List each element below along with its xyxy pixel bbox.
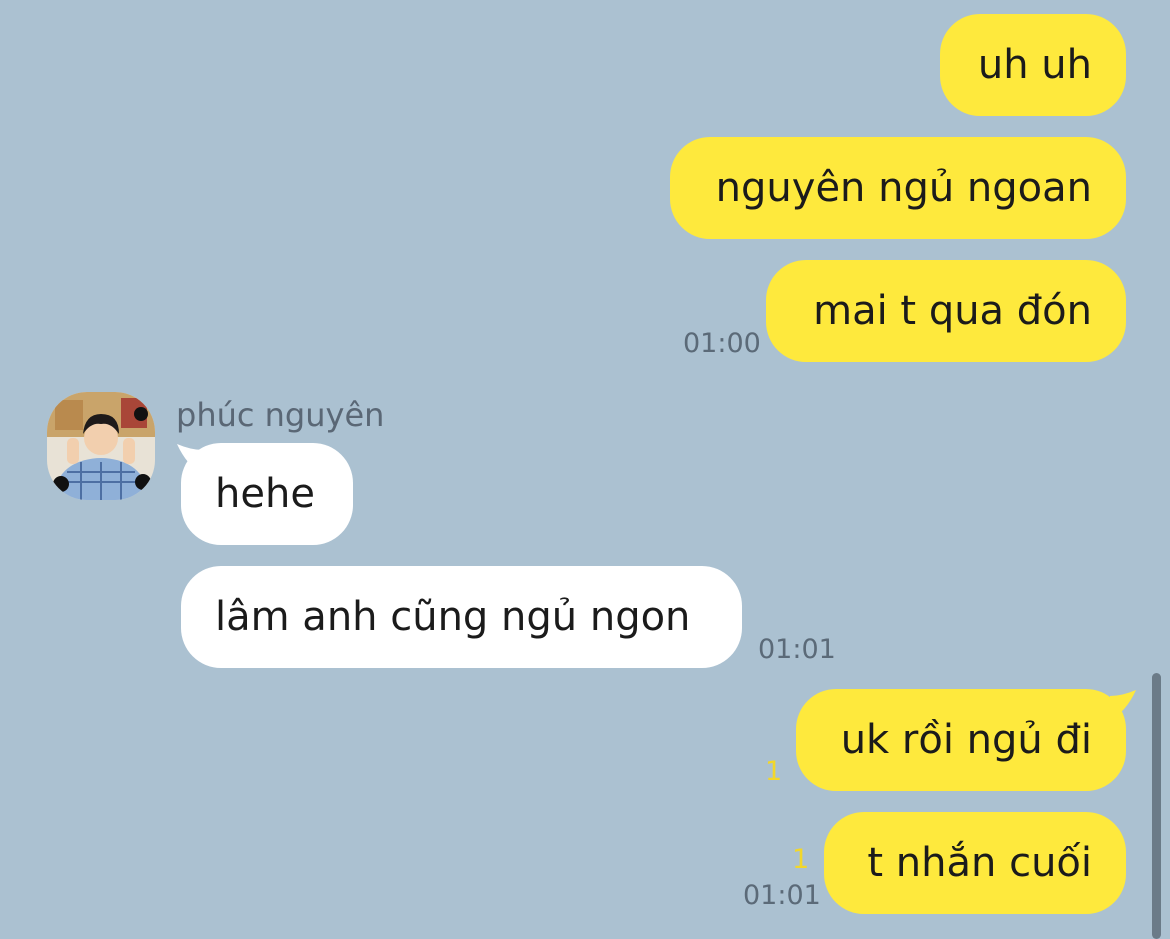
my-message-bubble[interactable]: nguyên ngủ ngoan [670, 137, 1126, 239]
message-timestamp: 01:00 [683, 328, 761, 359]
message-timestamp: 01:01 [758, 634, 836, 665]
their-message-bubble[interactable]: lâm anh cũng ngủ ngon [181, 566, 742, 668]
my-message-bubble[interactable]: mai t qua đón [766, 260, 1126, 362]
unread-count: 1 [765, 756, 783, 787]
chat-scrollbar[interactable] [1152, 673, 1161, 939]
message-timestamp: 01:01 [743, 880, 821, 911]
my-message-bubble[interactable]: t nhắn cuối [824, 812, 1126, 914]
chat-thread[interactable]: uh uh nguyên ngủ ngoan mai t qua đón 01:… [0, 0, 1170, 939]
sender-avatar[interactable] [47, 392, 155, 500]
unread-count: 1 [792, 844, 810, 875]
my-message-bubble[interactable]: uk rồi ngủ đi [796, 689, 1126, 791]
my-message-bubble[interactable]: uh uh [940, 14, 1126, 116]
their-message-bubble[interactable]: hehe [181, 443, 353, 545]
sender-name: phúc nguyên [176, 396, 385, 434]
profile-photo-icon [47, 392, 155, 500]
